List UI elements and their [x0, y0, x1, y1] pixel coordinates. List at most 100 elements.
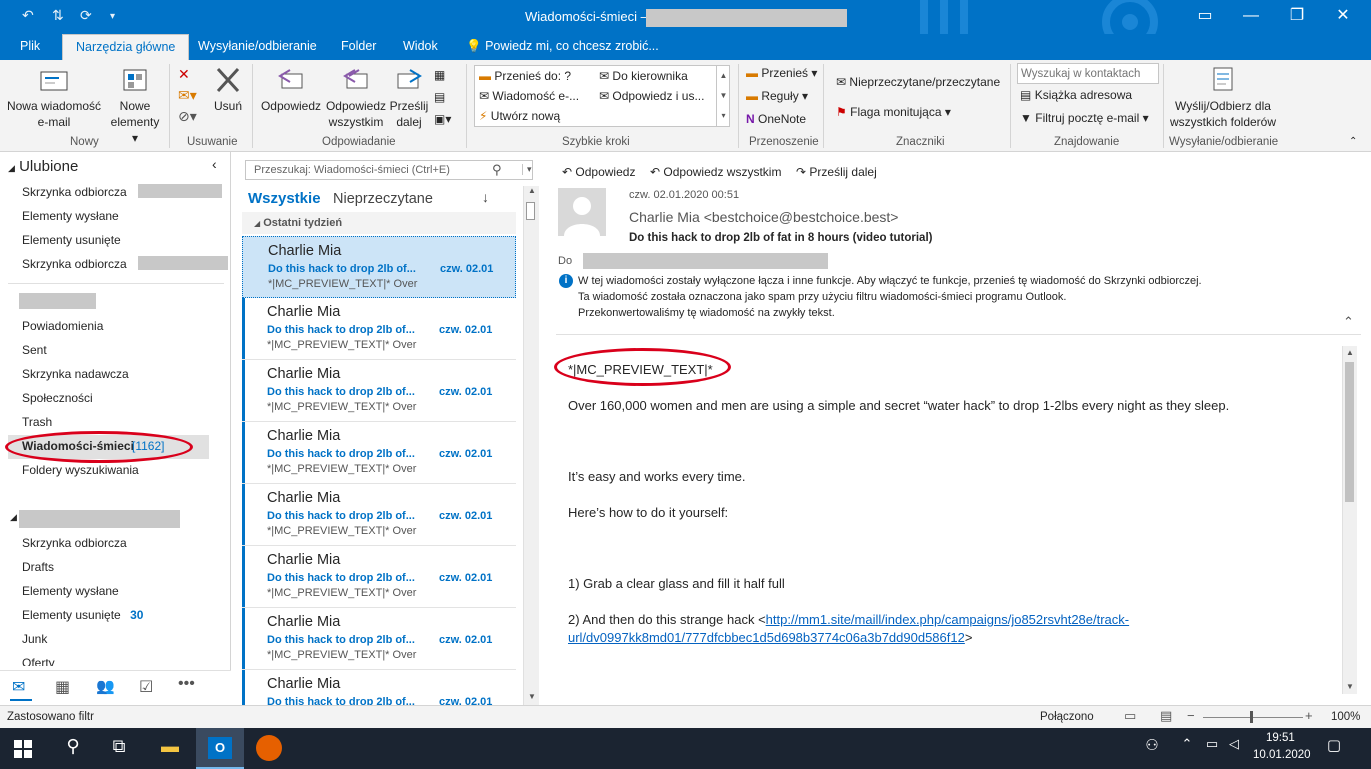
scroll-thumb[interactable] [1345, 362, 1354, 502]
scroll-up-icon[interactable]: ▲ [1346, 348, 1354, 357]
redacted-account-header[interactable] [19, 293, 96, 309]
normal-view-icon[interactable]: ▭ [1124, 708, 1136, 724]
search-icon[interactable]: ⚲ [61, 736, 85, 760]
clock-date[interactable]: 10.01.2020 [1253, 749, 1311, 761]
forward-button[interactable]: Prześlij dalej [388, 66, 430, 130]
zoom-slider[interactable] [1203, 717, 1303, 718]
windows-start-icon[interactable] [14, 740, 32, 758]
folder-social[interactable]: Społeczności [22, 391, 93, 405]
quick-step-create-new[interactable]: ⚡ Utwórz nową [479, 109, 560, 123]
new-email-button[interactable]: Nowa wiadomość e-mail [4, 66, 104, 130]
group-header[interactable]: ◢ Ostatni tydzień [242, 212, 516, 234]
calendar-icon[interactable]: ▦ [55, 677, 70, 697]
message-item[interactable]: Charlie Mia Do this hack to drop 2lb of..… [242, 484, 516, 546]
more-icon[interactable]: ••• [178, 675, 195, 693]
scroll-thumb[interactable] [526, 202, 535, 220]
spam-link[interactable]: http://mm1.site/maill/index.php/campaign… [766, 612, 1129, 627]
move-button[interactable]: ▬ Przenieś ▾ [746, 66, 817, 80]
zoom-level[interactable]: 100% [1331, 711, 1360, 723]
collapse-header-icon[interactable]: ⌃ [1343, 314, 1354, 330]
onenote-button[interactable]: N OneNote [746, 112, 806, 126]
reading-reply-button[interactable]: ↶ Odpowiedz [562, 165, 635, 179]
more-respond-icon[interactable]: ▣▾ [434, 112, 451, 126]
search-box[interactable]: Przeszukaj: Wiadomości-śmieci (Ctrl+E) ⚲… [245, 160, 533, 180]
clock-time[interactable]: 19:51 [1266, 732, 1295, 744]
quick-step-team-email[interactable]: ✉ Wiadomość e-... [479, 89, 579, 103]
people-icon[interactable]: 👥 [96, 677, 115, 695]
rules-button[interactable]: ▬ Reguły ▾ [746, 89, 808, 103]
meeting-icon[interactable]: ▦ [434, 68, 445, 82]
folder-inbox[interactable]: Skrzynka odbiorcza [22, 536, 127, 550]
tab-send-receive[interactable]: Wysyłanie/odbieranie [198, 39, 317, 53]
tab-view[interactable]: Widok [403, 39, 438, 53]
message-item[interactable]: Charlie Mia Do this hack to drop 2lb of..… [242, 298, 516, 360]
message-item[interactable]: Charlie Mia Do this hack to drop 2lb of..… [242, 422, 516, 484]
quick-step-reply-delete[interactable]: ✉ Odpowiedz i us... [599, 89, 704, 103]
folder-drafts[interactable]: Drafts [22, 560, 54, 574]
task-view-icon[interactable]: ⧉ [107, 736, 131, 760]
notifications-icon[interactable]: ▢ [1322, 736, 1346, 760]
scroll-up-icon[interactable]: ▲ [528, 186, 536, 195]
quick-steps-scroll[interactable]: ▲ ▼ ▾ [716, 66, 730, 126]
file-explorer-icon[interactable]: ▬ [158, 736, 182, 760]
message-item[interactable]: Charlie Mia Do this hack to drop 2lb of.… [242, 236, 516, 298]
reply-all-button[interactable]: Odpowiedz wszystkim [323, 66, 389, 130]
ribbon-display-icon[interactable]: ▭ [1182, 0, 1228, 34]
tab-home[interactable]: Narzędzia główne [62, 34, 190, 60]
follow-up-button[interactable]: ⚑ Flaga monitująca ▾ [836, 105, 951, 119]
send-receive-all-button[interactable]: Wyślij/Odbierz dla wszystkich folderów [1168, 66, 1278, 130]
reading-view-icon[interactable]: ▤ [1160, 708, 1172, 724]
tell-me-search[interactable]: 💡 Powiedz mi, co chcesz zrobić... [466, 39, 659, 54]
favorites-header[interactable]: ◢ Ulubione [8, 158, 78, 175]
scroll-down-icon[interactable]: ▼ [1346, 682, 1354, 691]
message-item[interactable]: Charlie Mia Do this hack to drop 2lb of..… [242, 670, 516, 705]
unread-read-button[interactable]: ✉ Nieprzeczytane/przeczytane [836, 75, 1000, 89]
folder-deleted-items[interactable]: Elementy usunięte 30 [22, 608, 143, 622]
tasks-icon[interactable]: ☑ [139, 677, 153, 697]
folder-junk-2[interactable]: Junk [22, 632, 47, 646]
collapse-icon[interactable]: ◢ [10, 512, 17, 523]
search-icon[interactable]: ⚲ [492, 162, 502, 178]
reply-button[interactable]: Odpowiedz [258, 66, 324, 114]
customize-toolbar-icon[interactable]: ▾ [110, 11, 115, 22]
firefox-icon[interactable] [256, 735, 282, 761]
search-input[interactable]: Przeszukaj: Wiadomości-śmieci (Ctrl+E) [254, 164, 450, 176]
reading-reply-all-button[interactable]: ↶ Odpowiedz wszystkim [650, 165, 781, 179]
message-item[interactable]: Charlie Mia Do this hack to drop 2lb of..… [242, 608, 516, 670]
maximize-button[interactable]: ❐ [1274, 0, 1320, 34]
delete-button[interactable]: Usuń [208, 66, 248, 114]
search-contacts-input[interactable] [1017, 63, 1159, 84]
scroll-down-icon[interactable]: ▼ [528, 692, 536, 701]
spam-link[interactable]: url/dv0997kk8md01/777dfcbbec1d5d698b3774… [568, 630, 965, 645]
ignore-icon[interactable]: ✕ [178, 66, 190, 83]
im-icon[interactable]: ▤ [434, 90, 445, 104]
collapse-pane-icon[interactable]: ‹ [212, 156, 217, 172]
message-item[interactable]: Charlie Mia Do this hack to drop 2lb of..… [242, 360, 516, 422]
close-button[interactable]: ✕ [1320, 0, 1366, 34]
show-hidden-icons[interactable]: ⌃ [1175, 736, 1199, 760]
undo-icon[interactable]: ↶ [22, 7, 34, 24]
tab-file[interactable]: Plik [20, 39, 40, 53]
people-tray-icon[interactable]: ⚇ [1140, 736, 1164, 760]
outlook-taskbar-button[interactable]: O [196, 728, 244, 769]
sort-arrow-icon[interactable]: ↓ [482, 189, 489, 205]
filter-email-button[interactable]: ▼ Filtruj pocztę e-mail ▾ [1020, 111, 1149, 125]
fav-inbox-2[interactable]: Skrzynka odbiorcza [22, 257, 127, 271]
cleanup-icon[interactable]: ✉▾ [178, 87, 197, 104]
tab-folder[interactable]: Folder [341, 39, 376, 53]
fav-inbox-1[interactable]: Skrzynka odbiorcza [22, 185, 127, 199]
mail-icon[interactable]: ✉ [12, 677, 25, 697]
message-list-scrollbar[interactable]: ▲ ▼ [523, 186, 539, 705]
reading-scrollbar[interactable]: ▲ ▼ [1342, 346, 1357, 694]
junk-icon[interactable]: ⊘▾ [178, 108, 197, 125]
address-book-button[interactable]: ▤ Książka adresowa [1020, 88, 1132, 102]
message-item[interactable]: Charlie Mia Do this hack to drop 2lb of..… [242, 546, 516, 608]
message-sender[interactable]: Charlie Mia <bestchoice@bestchoice.best> [629, 209, 898, 225]
search-scope-dropdown[interactable]: ▾ [522, 164, 532, 175]
zoom-in-icon[interactable]: + [1305, 708, 1313, 723]
folder-offers[interactable]: Oferty [22, 656, 55, 666]
new-items-button[interactable]: Nowe elementy ▾ [106, 66, 164, 146]
filter-unread[interactable]: Nieprzeczytane [333, 191, 433, 207]
collapse-ribbon-icon[interactable]: ⌃ [1349, 136, 1357, 147]
redacted-account-header[interactable] [19, 510, 180, 528]
